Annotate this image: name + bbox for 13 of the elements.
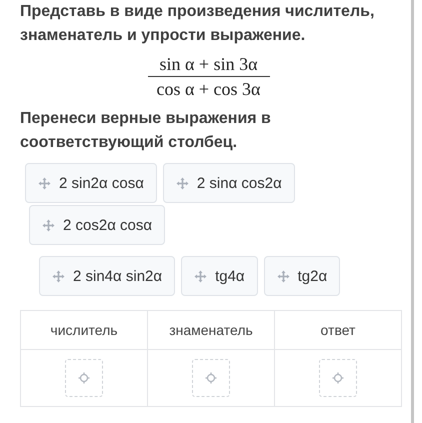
draggable-chip[interactable]: tg4α bbox=[181, 256, 258, 296]
draggable-chip[interactable]: 2 sin2α cosα bbox=[25, 163, 157, 203]
prompt-text: Перенеси верные выражения в соответствующий столбец. bbox=[20, 109, 272, 153]
column-header: ответ bbox=[274, 310, 402, 350]
draggable-chip[interactable]: 2 sinα cos2α bbox=[162, 163, 295, 203]
column-header: знаменатель bbox=[148, 310, 274, 350]
numerator-formula: sin α + sin 3α bbox=[158, 53, 259, 76]
draggable-chip[interactable]: tg2α bbox=[264, 256, 340, 296]
draggable-chip[interactable]: 2 cos2α cosα bbox=[29, 205, 166, 245]
denominator-formula: cos α + cos 3α bbox=[155, 78, 262, 101]
instruction-text: Представь в виде произведения числитель, знаменатель и упрости выражение. bbox=[20, 2, 376, 46]
draggable-chip[interactable]: 2 sin4α sin2α bbox=[39, 256, 176, 296]
column-header: числитель bbox=[20, 310, 148, 350]
